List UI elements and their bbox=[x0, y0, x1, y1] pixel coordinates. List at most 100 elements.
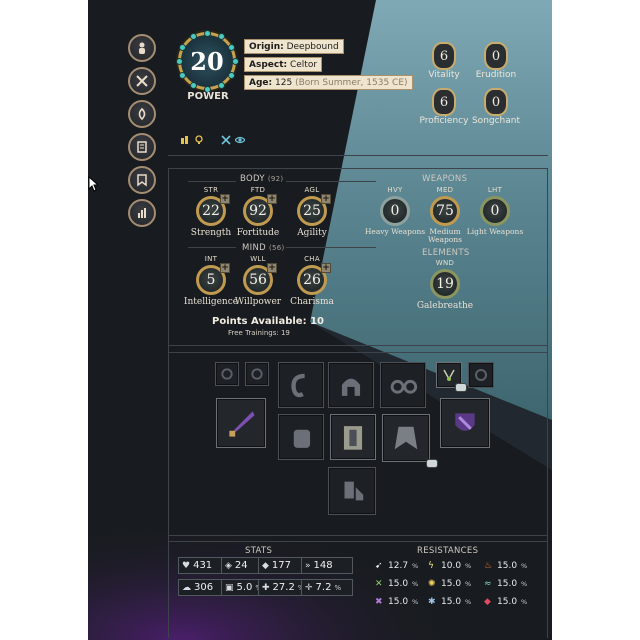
stat-badge-erudition[interactable]: 0 bbox=[482, 42, 510, 72]
swirl-icon bbox=[138, 107, 146, 121]
ring-slot-1[interactable] bbox=[215, 362, 239, 386]
trainings-label: Free Trainings: bbox=[228, 329, 279, 337]
age-note: (Born Summer, 1535 CE) bbox=[295, 78, 408, 88]
ear-icon bbox=[291, 373, 305, 398]
resistance-arrow[interactable]: ➹ 12.7% bbox=[375, 561, 418, 571]
trophy-icon[interactable] bbox=[180, 135, 190, 145]
attribute-orb-intelligence[interactable]: 5 + bbox=[196, 263, 230, 299]
eye-icon[interactable] bbox=[235, 135, 245, 145]
ring-slot-2[interactable] bbox=[245, 362, 269, 386]
blood-icon: ◆ bbox=[484, 596, 491, 607]
glasses-slot[interactable] bbox=[380, 362, 426, 408]
screenshot-frame: 20 POWER Origin: Deepbound Aspect: Celto… bbox=[0, 0, 640, 640]
stat-speed[interactable]: » 148 bbox=[301, 557, 353, 574]
resistance-void[interactable]: ✖ 15.0% bbox=[375, 597, 418, 607]
stat-evade[interactable]: ✛ 7.2% bbox=[301, 579, 353, 596]
stat-badge-songchant[interactable]: 0 bbox=[482, 88, 510, 118]
power-medallion: 20 bbox=[175, 29, 239, 93]
increase-attribute-button[interactable]: + bbox=[220, 263, 230, 273]
attribute-orb-medium-weapons[interactable]: 75 bbox=[430, 196, 464, 230]
stat-value: 0 bbox=[484, 88, 508, 116]
resistances-header: RESISTANCES bbox=[417, 546, 479, 556]
eye-toggle-icon[interactable] bbox=[455, 383, 467, 392]
increase-attribute-button[interactable]: + bbox=[321, 263, 331, 273]
attribute-orb-strength[interactable]: 22 + bbox=[196, 194, 230, 230]
off-hand-slot[interactable] bbox=[440, 398, 490, 448]
resistance-frost[interactable]: ✱ 15.0% bbox=[428, 597, 471, 607]
armor-icon: ◈ bbox=[225, 560, 232, 571]
resistance-fire[interactable]: ♨ 15.0% bbox=[484, 561, 527, 571]
bar-chart-icon bbox=[138, 208, 146, 218]
bulb-icon[interactable] bbox=[194, 135, 204, 145]
health-icon: ♥ bbox=[182, 560, 191, 571]
resistance-poison[interactable]: ✕ 15.0% bbox=[375, 579, 418, 589]
stat-label: Vitality bbox=[428, 70, 460, 80]
resistance-suffix: % bbox=[412, 580, 419, 588]
increase-attribute-button[interactable]: + bbox=[267, 194, 277, 204]
stats-tab[interactable] bbox=[128, 199, 156, 227]
trainings-value: 19 bbox=[280, 329, 290, 337]
attribute-orb-light-weapons[interactable]: 0 bbox=[480, 196, 514, 230]
abilities-tab[interactable] bbox=[128, 100, 156, 128]
crossed-swords-icon[interactable] bbox=[221, 135, 231, 145]
resistance-suffix: % bbox=[412, 562, 419, 570]
attribute-orb-heavy-weapons[interactable]: 0 bbox=[380, 196, 414, 230]
ear-slot[interactable] bbox=[278, 362, 324, 408]
aspect-label: Aspect: bbox=[249, 60, 288, 70]
origin-row: Origin: Deepbound bbox=[244, 39, 344, 54]
resistance-value: 10.0 bbox=[441, 561, 462, 571]
resistance-value: 15.0 bbox=[441, 579, 462, 589]
resistance-wind[interactable]: ≈15.0% bbox=[484, 579, 527, 589]
origin-value: Deepbound bbox=[286, 42, 339, 52]
attribute-orb-charisma[interactable]: 26 + bbox=[297, 263, 331, 299]
resistance-suffix: % bbox=[465, 580, 472, 588]
faction-tab[interactable] bbox=[128, 166, 156, 194]
attribute-abbr: WLL bbox=[250, 255, 266, 263]
character-tab[interactable] bbox=[128, 34, 156, 62]
stat-badge-proficiency[interactable]: 6 bbox=[430, 88, 458, 118]
stat-suffix: % bbox=[334, 583, 342, 592]
journal-tab[interactable] bbox=[128, 133, 156, 161]
cloak-slot[interactable] bbox=[382, 414, 430, 462]
increase-attribute-button[interactable]: + bbox=[267, 263, 277, 273]
resistance-sun[interactable]: ✺ 15.0% bbox=[428, 579, 471, 589]
stat-label: Songchant bbox=[471, 116, 521, 126]
armor-icon bbox=[343, 426, 363, 450]
main-hand-slot[interactable] bbox=[216, 398, 266, 448]
weapons-header: WEAPONS bbox=[422, 174, 468, 184]
stat-badge-vitality[interactable]: 6 bbox=[430, 42, 458, 72]
elements-header: ELEMENTS bbox=[422, 248, 470, 258]
stat-value: 0 bbox=[484, 42, 508, 70]
age-row: Age: 125 (Born Summer, 1535 CE) bbox=[244, 75, 413, 90]
ring-slot-3[interactable] bbox=[468, 362, 494, 388]
attribute-orb-agility[interactable]: 25 + bbox=[297, 194, 331, 230]
attribute-value: 0 bbox=[380, 196, 410, 226]
block-icon: ▣ bbox=[225, 582, 234, 593]
stat-value: 431 bbox=[193, 560, 213, 571]
resistance-suffix: % bbox=[521, 580, 528, 588]
divider bbox=[168, 345, 548, 346]
age-label: Age: bbox=[249, 78, 273, 88]
scroll-icon bbox=[137, 141, 147, 153]
boots-slot[interactable] bbox=[328, 467, 376, 515]
sun-icon: ✺ bbox=[428, 578, 436, 589]
body-header: BODY (92) bbox=[240, 174, 283, 184]
body-slot[interactable] bbox=[330, 414, 376, 460]
attribute-orb-fortitude[interactable]: 92 + bbox=[243, 194, 277, 230]
increase-attribute-button[interactable]: + bbox=[321, 194, 331, 204]
resistance-lightning[interactable]: ϟ 10.0% bbox=[428, 561, 471, 571]
stat-value: 6 bbox=[432, 42, 456, 70]
eye-toggle-icon[interactable] bbox=[426, 459, 438, 468]
attribute-abbr: MED bbox=[436, 186, 454, 194]
helmet-slot[interactable] bbox=[328, 362, 374, 408]
attribute-abbr: CHA bbox=[304, 255, 320, 263]
arrow-icon: ➹ bbox=[375, 560, 383, 571]
gloves-slot[interactable] bbox=[278, 414, 324, 460]
attribute-abbr: HVY bbox=[387, 186, 403, 194]
skills-tab[interactable] bbox=[128, 67, 156, 95]
age-value: 125 bbox=[275, 78, 293, 88]
resistance-blood[interactable]: ◆ 15.0% bbox=[484, 597, 527, 607]
attribute-orb-galebreathe[interactable]: 19 bbox=[430, 269, 464, 303]
attribute-orb-willpower[interactable]: 56 + bbox=[243, 263, 277, 299]
increase-attribute-button[interactable]: + bbox=[220, 194, 230, 204]
